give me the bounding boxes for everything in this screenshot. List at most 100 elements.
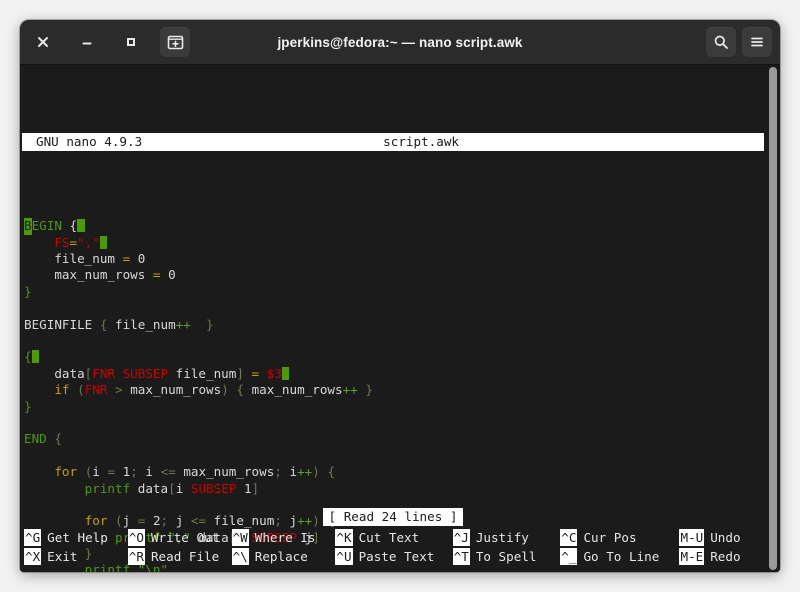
code-token — [24, 464, 54, 479]
shortcut-undo[interactable]: M-UUndo — [679, 529, 764, 546]
shortcut-label: Redo — [704, 549, 740, 564]
whitespace-marker — [77, 219, 85, 232]
new-terminal-icon[interactable] — [160, 27, 190, 57]
terminal-body[interactable]: GNU nano 4.9.3 script.awk BEGIN { FS=","… — [20, 65, 780, 572]
shortcut-key: ^O — [128, 529, 145, 546]
shortcut-key: M-E — [679, 548, 704, 565]
scrollbar-thumb[interactable] — [769, 67, 777, 570]
shortcut-label: Go To Line — [577, 549, 659, 564]
code-token: 1 — [236, 481, 251, 496]
code-token — [107, 382, 115, 397]
shortcut-replace[interactable]: ^\Replace — [232, 548, 336, 565]
code-token: ++ — [176, 317, 191, 332]
code-token: file_num — [107, 317, 175, 332]
titlebar-actions — [706, 20, 772, 64]
close-icon[interactable] — [28, 27, 58, 57]
code-token: } — [24, 284, 32, 299]
search-icon[interactable] — [706, 27, 736, 57]
shortcut-write-out[interactable]: ^OWrite Out — [128, 529, 232, 546]
code-token: for — [54, 464, 77, 479]
nano-footer: [ Read 24 lines ] ^GGet Help^OWrite Out^… — [20, 507, 766, 572]
code-token: { — [70, 218, 78, 233]
code-line: BEGINFILE { file_num++ } — [24, 317, 766, 333]
shortcut-key: ^\ — [232, 548, 249, 565]
code-token: i — [282, 464, 297, 479]
shortcut-label: Justify — [470, 530, 529, 545]
code-token: max_num_rows — [123, 382, 222, 397]
maximize-icon[interactable] — [116, 27, 146, 57]
code-token: FNR SUBSEP — [92, 366, 168, 381]
code-line: BEGIN { — [24, 218, 766, 234]
shortcut-justify[interactable]: ^JJustify — [453, 529, 561, 546]
menu-icon[interactable] — [742, 27, 772, 57]
code-token: } — [206, 317, 214, 332]
code-line — [24, 415, 766, 431]
terminal-scrollbar[interactable] — [768, 67, 778, 570]
code-line — [24, 448, 766, 464]
code-token: ] — [252, 481, 260, 496]
code-token: 0 — [130, 251, 145, 266]
nano-filename: script.awk — [142, 133, 760, 151]
shortcut-paste-text[interactable]: ^UPaste Text — [335, 548, 452, 565]
shortcut-key: ^G — [24, 529, 41, 546]
shortcut-get-help[interactable]: ^GGet Help — [24, 529, 128, 546]
code-line: file_num = 0 — [24, 251, 766, 267]
shortcut-exit[interactable]: ^XExit — [24, 548, 128, 565]
shortcut-key: M-U — [679, 529, 704, 546]
shortcut-read-file[interactable]: ^RRead File — [128, 548, 232, 565]
shortcut-key: ^J — [453, 529, 470, 546]
shortcut-cut-text[interactable]: ^KCut Text — [335, 529, 452, 546]
whitespace-marker — [282, 367, 290, 380]
shortcut-where-is[interactable]: ^WWhere Is — [232, 529, 336, 546]
shortcut-row-1: ^GGet Help^OWrite Out^WWhere Is^KCut Tex… — [24, 528, 764, 547]
shortcut-label: Replace — [249, 549, 308, 564]
nano-editor[interactable]: GNU nano 4.9.3 script.awk BEGIN { FS=","… — [20, 65, 766, 572]
shortcut-label: Read File — [145, 549, 219, 564]
code-token: ] — [236, 366, 244, 381]
code-token: i — [92, 464, 107, 479]
code-token: printf — [85, 481, 131, 496]
code-token: FNR — [85, 382, 108, 397]
shortcut-key: ^_ — [560, 548, 577, 565]
titlebar-button-group — [28, 27, 190, 57]
code-token: <= — [161, 464, 176, 479]
shortcut-key: ^K — [335, 529, 352, 546]
shortcut-label: Cur Pos — [577, 530, 636, 545]
code-token: } — [24, 399, 32, 414]
code-token — [191, 317, 206, 332]
code-token: 0 — [161, 267, 176, 282]
code-line: { — [24, 349, 766, 365]
shortcut-key: ^C — [560, 529, 577, 546]
code-token — [77, 464, 85, 479]
code-line: if (FNR > max_num_rows) { max_num_rows++… — [24, 382, 766, 398]
code-token: = — [70, 235, 78, 250]
code-token — [24, 481, 85, 496]
shortcut-key: ^U — [335, 548, 352, 565]
code-token: [ — [168, 481, 176, 496]
code-token: } — [365, 382, 373, 397]
code-line: END { — [24, 431, 766, 447]
code-token: { — [24, 349, 32, 364]
shortcut-key: ^X — [24, 548, 41, 565]
shortcut-label: Paste Text — [353, 549, 435, 564]
code-token: ) — [221, 382, 229, 397]
shortcut-key: ^R — [128, 548, 145, 565]
code-token — [244, 366, 252, 381]
code-token: i — [176, 481, 191, 496]
code-line: for (i = 1; i <= max_num_rows; i++) { — [24, 464, 766, 480]
code-token: ; — [274, 464, 282, 479]
code-line: } — [24, 284, 766, 300]
code-token: file_num — [168, 366, 236, 381]
shortcut-to-spell[interactable]: ^TTo Spell — [453, 548, 561, 565]
code-token: BEGINFILE — [24, 317, 100, 332]
nano-shortcut-bar: ^GGet Help^OWrite Out^WWhere Is^KCut Tex… — [20, 528, 766, 572]
nano-status-bar: [ Read 24 lines ] — [20, 507, 766, 527]
code-token: { — [54, 431, 62, 446]
code-token: = — [252, 366, 260, 381]
shortcut-go-to-line[interactable]: ^_Go To Line — [560, 548, 679, 565]
shortcut-cur-pos[interactable]: ^CCur Pos — [560, 529, 679, 546]
minimize-icon[interactable] — [72, 27, 102, 57]
shortcut-redo[interactable]: M-ERedo — [679, 548, 764, 565]
code-token — [24, 382, 54, 397]
code-token: SUBSEP — [191, 481, 237, 496]
